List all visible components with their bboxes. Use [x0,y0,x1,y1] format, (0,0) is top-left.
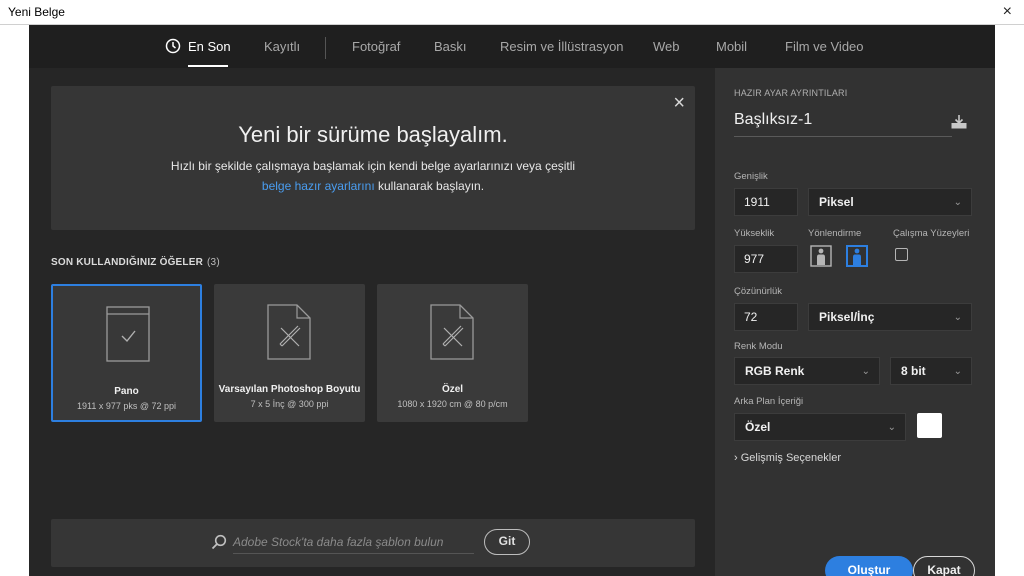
tab-print[interactable]: Baskı [434,39,467,54]
bit-depth-value: 8 bit [901,364,926,378]
chevron-down-icon: ⌄ [953,366,962,377]
recent-item-name: Özel [441,384,464,395]
height-label: Yükseklik [734,228,775,239]
document-pencil-icon [430,304,474,360]
welcome-text-2: belge hazır ayarlarını kullanarak başlay… [51,179,695,193]
presets-link[interactable]: belge hazır ayarlarını [262,179,375,193]
artboards-label: Çalışma Yüzeyleri [893,228,970,239]
recent-items-heading: SON KULLANDIĞINIZ ÖĞELER (3) [51,257,220,268]
title-bar: Yeni Belge × [0,0,1024,25]
color-mode-label: Renk Modu [734,341,783,352]
clock-icon [165,38,181,54]
active-tab-indicator [188,65,228,67]
tab-art-illustration[interactable]: Resim ve İllüstrasyon [500,39,624,54]
tab-photo[interactable]: Fotoğraf [352,39,400,54]
recent-item-default-size[interactable]: Varsayılan Photoshop Boyutu 7 x 5 İnç @ … [214,284,365,422]
new-document-dialog: En Son Kayıtlı Fotoğraf Baskı Resim ve İ… [29,25,995,576]
width-label: Genişlik [734,171,768,182]
background-color-swatch[interactable] [917,413,942,438]
stock-search-bar: Adobe Stock'ta daha fazla şablon bulun G… [51,519,695,567]
tab-film-video[interactable]: Film ve Video [785,39,864,54]
chevron-down-icon: ⌄ [953,197,962,208]
orientation-label: Yönlendirme [808,228,862,239]
chevron-down-icon: ⌄ [887,422,896,433]
recent-items-title: SON KULLANDIĞINIZ ÖĞELER [51,257,204,268]
window-close-button[interactable]: × [1003,3,1012,21]
tab-recent[interactable]: En Son [188,39,231,54]
background-select[interactable]: Özel ⌄ [734,413,906,441]
landscape-orientation-icon[interactable] [846,245,868,267]
color-mode-select[interactable]: RGB Renk ⌄ [734,357,880,385]
document-name-field[interactable]: Başlıksız-1 [734,111,952,137]
recent-item-name: Pano [114,386,139,397]
height-input[interactable]: 977 [734,245,798,273]
welcome-text: Hızlı bir şekilde çalışmaya başlamak içi… [170,159,576,173]
color-mode-value: RGB Renk [745,364,805,378]
preset-details-heading: HAZIR AYAR AYRINTILARI [734,88,848,98]
resolution-unit-value: Piksel/İnç [819,310,875,324]
search-icon [211,534,227,550]
tab-saved[interactable]: Kayıtlı [264,39,300,54]
search-underline [233,553,474,554]
tab-bar: En Son Kayıtlı Fotoğraf Baskı Resim ve İ… [29,25,995,68]
recent-item-artboard[interactable]: Pano 1911 x 977 pks @ 72 ppi [51,284,202,422]
recent-item-name: Varsayılan Photoshop Boyutu [218,384,361,395]
advanced-options-toggle[interactable]: › Gelişmiş Seçenekler [734,452,841,464]
background-label: Arka Plan İçeriği [734,396,804,407]
left-panel: × Yeni bir sürüme başlayalım. Hızlı bir … [29,68,715,576]
recent-item-meta: 7 x 5 İnç @ 300 ppi [250,399,329,409]
window-title: Yeni Belge [8,5,65,19]
document-pencil-icon [267,304,311,360]
bit-depth-select[interactable]: 8 bit ⌄ [890,357,972,385]
welcome-heading: Yeni bir sürüme başlayalım. [238,122,508,147]
welcome-text-rest: kullanarak başlayın. [374,179,485,193]
resolution-input[interactable]: 72 [734,303,798,331]
go-button[interactable]: Git [484,529,530,555]
create-button[interactable]: Oluştur [825,556,913,576]
welcome-banner: × Yeni bir sürüme başlayalım. Hızlı bir … [51,86,695,230]
width-unit-value: Piksel [819,195,854,209]
width-input[interactable]: 1911 [734,188,798,216]
artboard-icon [106,306,150,362]
background-value: Özel [745,420,771,434]
chevron-down-icon: ⌄ [953,312,962,323]
tab-mobile[interactable]: Mobil [716,39,747,54]
banner-close-button[interactable]: × [673,92,685,115]
stock-search-input[interactable]: Adobe Stock'ta daha fazla şablon bulun [233,535,443,549]
width-unit-select[interactable]: Piksel ⌄ [808,188,972,216]
save-preset-icon[interactable] [951,114,967,130]
close-button[interactable]: Kapat [913,556,975,576]
resolution-label: Çözünürlük [734,286,783,297]
preset-details-panel: HAZIR AYAR AYRINTILARI Başlıksız-1 Geniş… [715,68,995,576]
recent-item-custom[interactable]: Özel 1080 x 1920 cm @ 80 p/cm [377,284,528,422]
tab-separator [325,37,326,59]
recent-item-meta: 1080 x 1920 cm @ 80 p/cm [397,399,508,409]
tab-web[interactable]: Web [653,39,680,54]
recent-items-count: (3) [207,257,220,268]
chevron-down-icon: ⌄ [861,366,870,377]
resolution-unit-select[interactable]: Piksel/İnç ⌄ [808,303,972,331]
artboards-checkbox[interactable] [895,248,908,261]
portrait-orientation-icon[interactable] [810,245,832,267]
recent-item-meta: 1911 x 977 pks @ 72 ppi [76,401,177,411]
